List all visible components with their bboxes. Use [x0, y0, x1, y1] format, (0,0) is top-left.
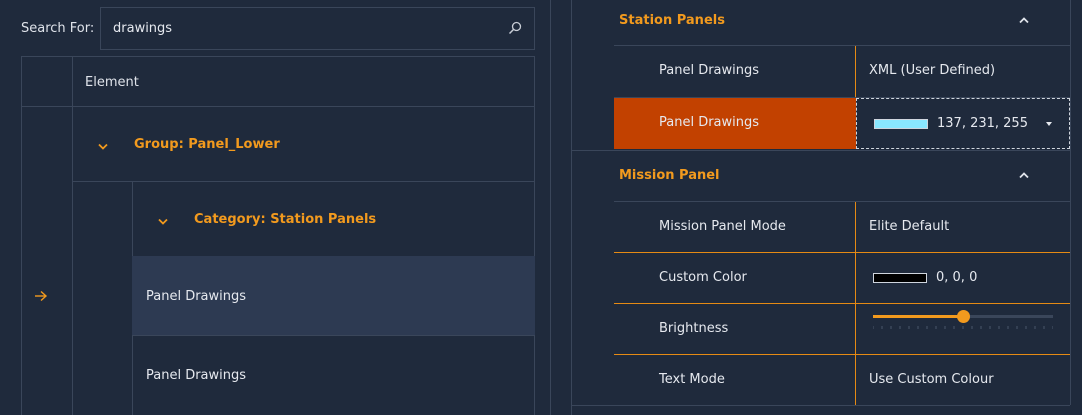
- slider-thumb[interactable]: [957, 310, 970, 323]
- property-value[interactable]: Use Custom Colour: [869, 372, 994, 387]
- group-node-label[interactable]: Group: Panel_Lower: [134, 137, 280, 152]
- tree-row-label[interactable]: Panel Drawings: [146, 289, 246, 304]
- property-name: Text Mode: [659, 372, 725, 387]
- property-row[interactable]: Text Mode Use Custom Colour: [614, 355, 1070, 406]
- section-title-mission-panel[interactable]: Mission Panel: [619, 168, 720, 183]
- property-row-selected[interactable]: Panel Drawings 137, 231, 255: [614, 98, 1070, 149]
- color-picker-field[interactable]: 0, 0, 0: [856, 253, 1070, 304]
- property-name: Panel Drawings: [659, 115, 760, 130]
- search-label: Search For:: [21, 21, 95, 36]
- dropdown-arrow-icon[interactable]: [1045, 121, 1053, 127]
- color-swatch: [873, 273, 927, 283]
- property-row[interactable]: Brightness: [614, 304, 1070, 355]
- section-title-station-panels[interactable]: Station Panels: [619, 13, 725, 28]
- property-name: Custom Color: [659, 270, 747, 285]
- property-row[interactable]: Panel Drawings XML (User Defined): [614, 46, 1070, 97]
- slider-ticks: [873, 326, 1053, 329]
- tree-row-label[interactable]: Panel Drawings: [146, 368, 246, 383]
- chevron-up-icon[interactable]: [1019, 17, 1029, 24]
- chevron-down-icon[interactable]: [158, 218, 168, 225]
- chevron-down-icon[interactable]: [98, 143, 108, 150]
- property-value[interactable]: Elite Default: [869, 219, 949, 234]
- color-value: 137, 231, 255: [937, 116, 1028, 131]
- color-picker-field[interactable]: 137, 231, 255: [856, 98, 1070, 149]
- element-tree-pane: Search For: Element Group: Panel_Lower C…: [0, 0, 550, 415]
- property-name: Panel Drawings: [659, 63, 760, 78]
- column-header-element[interactable]: Element: [85, 75, 139, 90]
- search-box[interactable]: [100, 7, 535, 50]
- search-input[interactable]: [113, 8, 493, 49]
- property-name: Mission Panel Mode: [659, 219, 786, 234]
- category-node-label[interactable]: Category: Station Panels: [194, 212, 376, 227]
- chevron-up-icon[interactable]: [1019, 172, 1029, 179]
- splitter-divider: [550, 0, 551, 415]
- element-tree: Element Group: Panel_Lower Category: Sta…: [21, 56, 535, 415]
- color-swatch: [874, 119, 928, 129]
- property-name: Brightness: [659, 321, 729, 336]
- pane-splitter[interactable]: [550, 0, 572, 415]
- color-value: 0, 0, 0: [936, 270, 978, 285]
- slider-fill: [873, 315, 963, 318]
- property-row[interactable]: Custom Color 0, 0, 0: [614, 253, 1070, 304]
- property-row[interactable]: Mission Panel Mode Elite Default: [614, 202, 1070, 253]
- search-icon[interactable]: [508, 21, 522, 35]
- property-value[interactable]: XML (User Defined): [869, 63, 995, 78]
- property-grid-pane: Station Panels Panel Drawings XML (User …: [572, 0, 1082, 415]
- brightness-slider[interactable]: [856, 304, 1070, 355]
- arrow-right-icon: [35, 290, 48, 302]
- slider-track[interactable]: [873, 310, 1053, 323]
